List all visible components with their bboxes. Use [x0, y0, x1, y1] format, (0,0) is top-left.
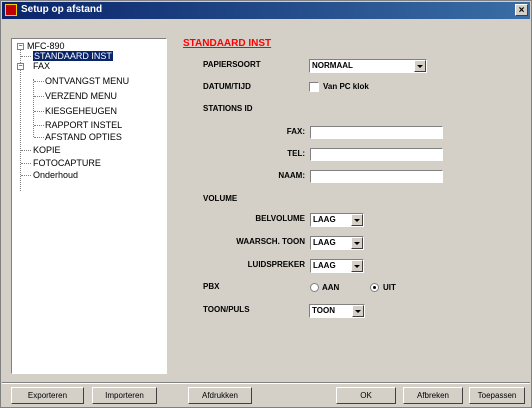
luidspreker-select[interactable]: LAAG [310, 259, 364, 273]
afdrukken-button[interactable]: Afdrukken [188, 387, 252, 404]
volume-label: VOLUME [203, 194, 238, 203]
waarsch-toon-label: WAARSCH. TOON [236, 237, 305, 246]
pbx-label: PBX [203, 282, 220, 291]
belvolume-label: BELVOLUME [255, 214, 305, 223]
fax-label: FAX: [286, 127, 305, 136]
tree-item-label: FOTOCAPTURE [33, 158, 101, 168]
tree-item-kopie[interactable]: KOPIE [33, 145, 61, 155]
chevron-down-icon[interactable] [352, 305, 364, 317]
tree-item-root[interactable]: MFC-890 [27, 41, 65, 51]
toepassen-button[interactable]: Toepassen [469, 387, 525, 404]
papiersoort-label: PAPIERSOORT [203, 60, 261, 69]
tree-line [21, 56, 31, 57]
tree-line [21, 175, 31, 176]
luidspreker-value: LAAG [313, 261, 336, 270]
tree-item-kiesgeheugen[interactable]: KIESGEHEUGEN [45, 106, 117, 116]
tree-item-fotocapture[interactable]: FOTOCAPTURE [33, 158, 101, 168]
importeren-button[interactable]: Importeren [92, 387, 157, 404]
waarsch-toon-value: LAAG [313, 238, 336, 247]
chevron-down-icon[interactable] [351, 237, 363, 249]
toonpuls-value: TOON [312, 306, 335, 315]
pbx-aan-label: AAN [322, 283, 340, 292]
van-pc-klok-checkbox[interactable] [309, 82, 319, 92]
tree-line [34, 137, 44, 138]
tree-line [21, 150, 31, 151]
tree-item-label: FAX [33, 61, 51, 71]
tree-item-label: KIESGEHEUGEN [45, 106, 118, 116]
chevron-down-icon[interactable] [351, 260, 363, 272]
tree-item-label: MFC-890 [27, 41, 65, 51]
naam-label: NAAM: [278, 171, 305, 180]
pbx-uit-label: UIT [383, 283, 396, 292]
fax-number-field[interactable] [310, 126, 443, 139]
papiersoort-value: NORMAAL [312, 61, 353, 70]
divider [2, 382, 530, 384]
settings-tree[interactable]: − MFC-890 STANDAARD INST − FAX ONTVANGST… [11, 38, 167, 374]
tree-line [34, 125, 44, 126]
stations-id-label: STATIONS ID [203, 104, 253, 113]
tree-line [34, 81, 44, 82]
datumtijd-label: DATUM/TIJD [203, 82, 251, 91]
tree-item-ontvangst-menu[interactable]: ONTVANGST MENU [45, 76, 129, 86]
collapse-icon[interactable]: − [17, 63, 24, 70]
luidspreker-label: LUIDSPREKER [247, 260, 305, 269]
tree-item-rapport-instel[interactable]: RAPPORT INSTEL [45, 120, 122, 130]
close-button[interactable]: × [515, 4, 528, 16]
papiersoort-select[interactable]: NORMAAL [309, 59, 427, 73]
belvolume-value: LAAG [313, 215, 336, 224]
app-icon [5, 4, 17, 16]
naam-field[interactable] [310, 170, 443, 183]
collapse-icon[interactable]: − [17, 43, 24, 50]
tree-item-verzend-menu[interactable]: VERZEND MENU [45, 91, 117, 101]
tree-item-label: RAPPORT INSTEL [45, 120, 123, 130]
toonpuls-label: TOON/PULS [203, 305, 250, 314]
setup-window: Setup op afstand × − MFC-890 STANDAARD I… [0, 0, 532, 408]
tree-item-label: STANDAARD INST [33, 51, 113, 61]
tree-item-standaard-inst[interactable]: STANDAARD INST [33, 51, 113, 61]
waarsch-toon-select[interactable]: LAAG [310, 236, 364, 250]
pbx-uit-radio[interactable] [370, 283, 379, 292]
tree-item-label: VERZEND MENU [45, 91, 118, 101]
tel-number-field[interactable] [310, 148, 443, 161]
van-pc-klok-label: Van PC klok [323, 82, 369, 91]
ok-button[interactable]: OK [336, 387, 396, 404]
afbreken-button[interactable]: Afbreken [403, 387, 463, 404]
tree-item-fax[interactable]: FAX [33, 61, 50, 71]
tree-line [34, 96, 44, 97]
tree-line [21, 163, 31, 164]
title-bar[interactable]: Setup op afstand × [2, 2, 530, 19]
window-title: Setup op afstand [21, 4, 103, 15]
chevron-down-icon[interactable] [351, 214, 363, 226]
tree-item-label: Onderhoud [33, 170, 79, 180]
tree-item-onderhoud[interactable]: Onderhoud [33, 170, 78, 180]
tree-line [34, 111, 44, 112]
chevron-down-icon[interactable] [414, 60, 426, 72]
tree-line [33, 79, 34, 137]
toonpuls-select[interactable]: TOON [309, 304, 365, 318]
tree-line [20, 49, 21, 191]
exporteren-button[interactable]: Exporteren [11, 387, 84, 404]
belvolume-select[interactable]: LAAG [310, 213, 364, 227]
tree-item-afstand-opties[interactable]: AFSTAND OPTIES [45, 132, 122, 142]
panel-title: STANDAARD INST [183, 38, 272, 49]
pbx-aan-radio[interactable] [310, 283, 319, 292]
tree-item-label: KOPIE [33, 145, 61, 155]
tree-item-label: AFSTAND OPTIES [45, 132, 122, 142]
tree-item-label: ONTVANGST MENU [45, 76, 130, 86]
tel-label: TEL: [287, 149, 305, 158]
